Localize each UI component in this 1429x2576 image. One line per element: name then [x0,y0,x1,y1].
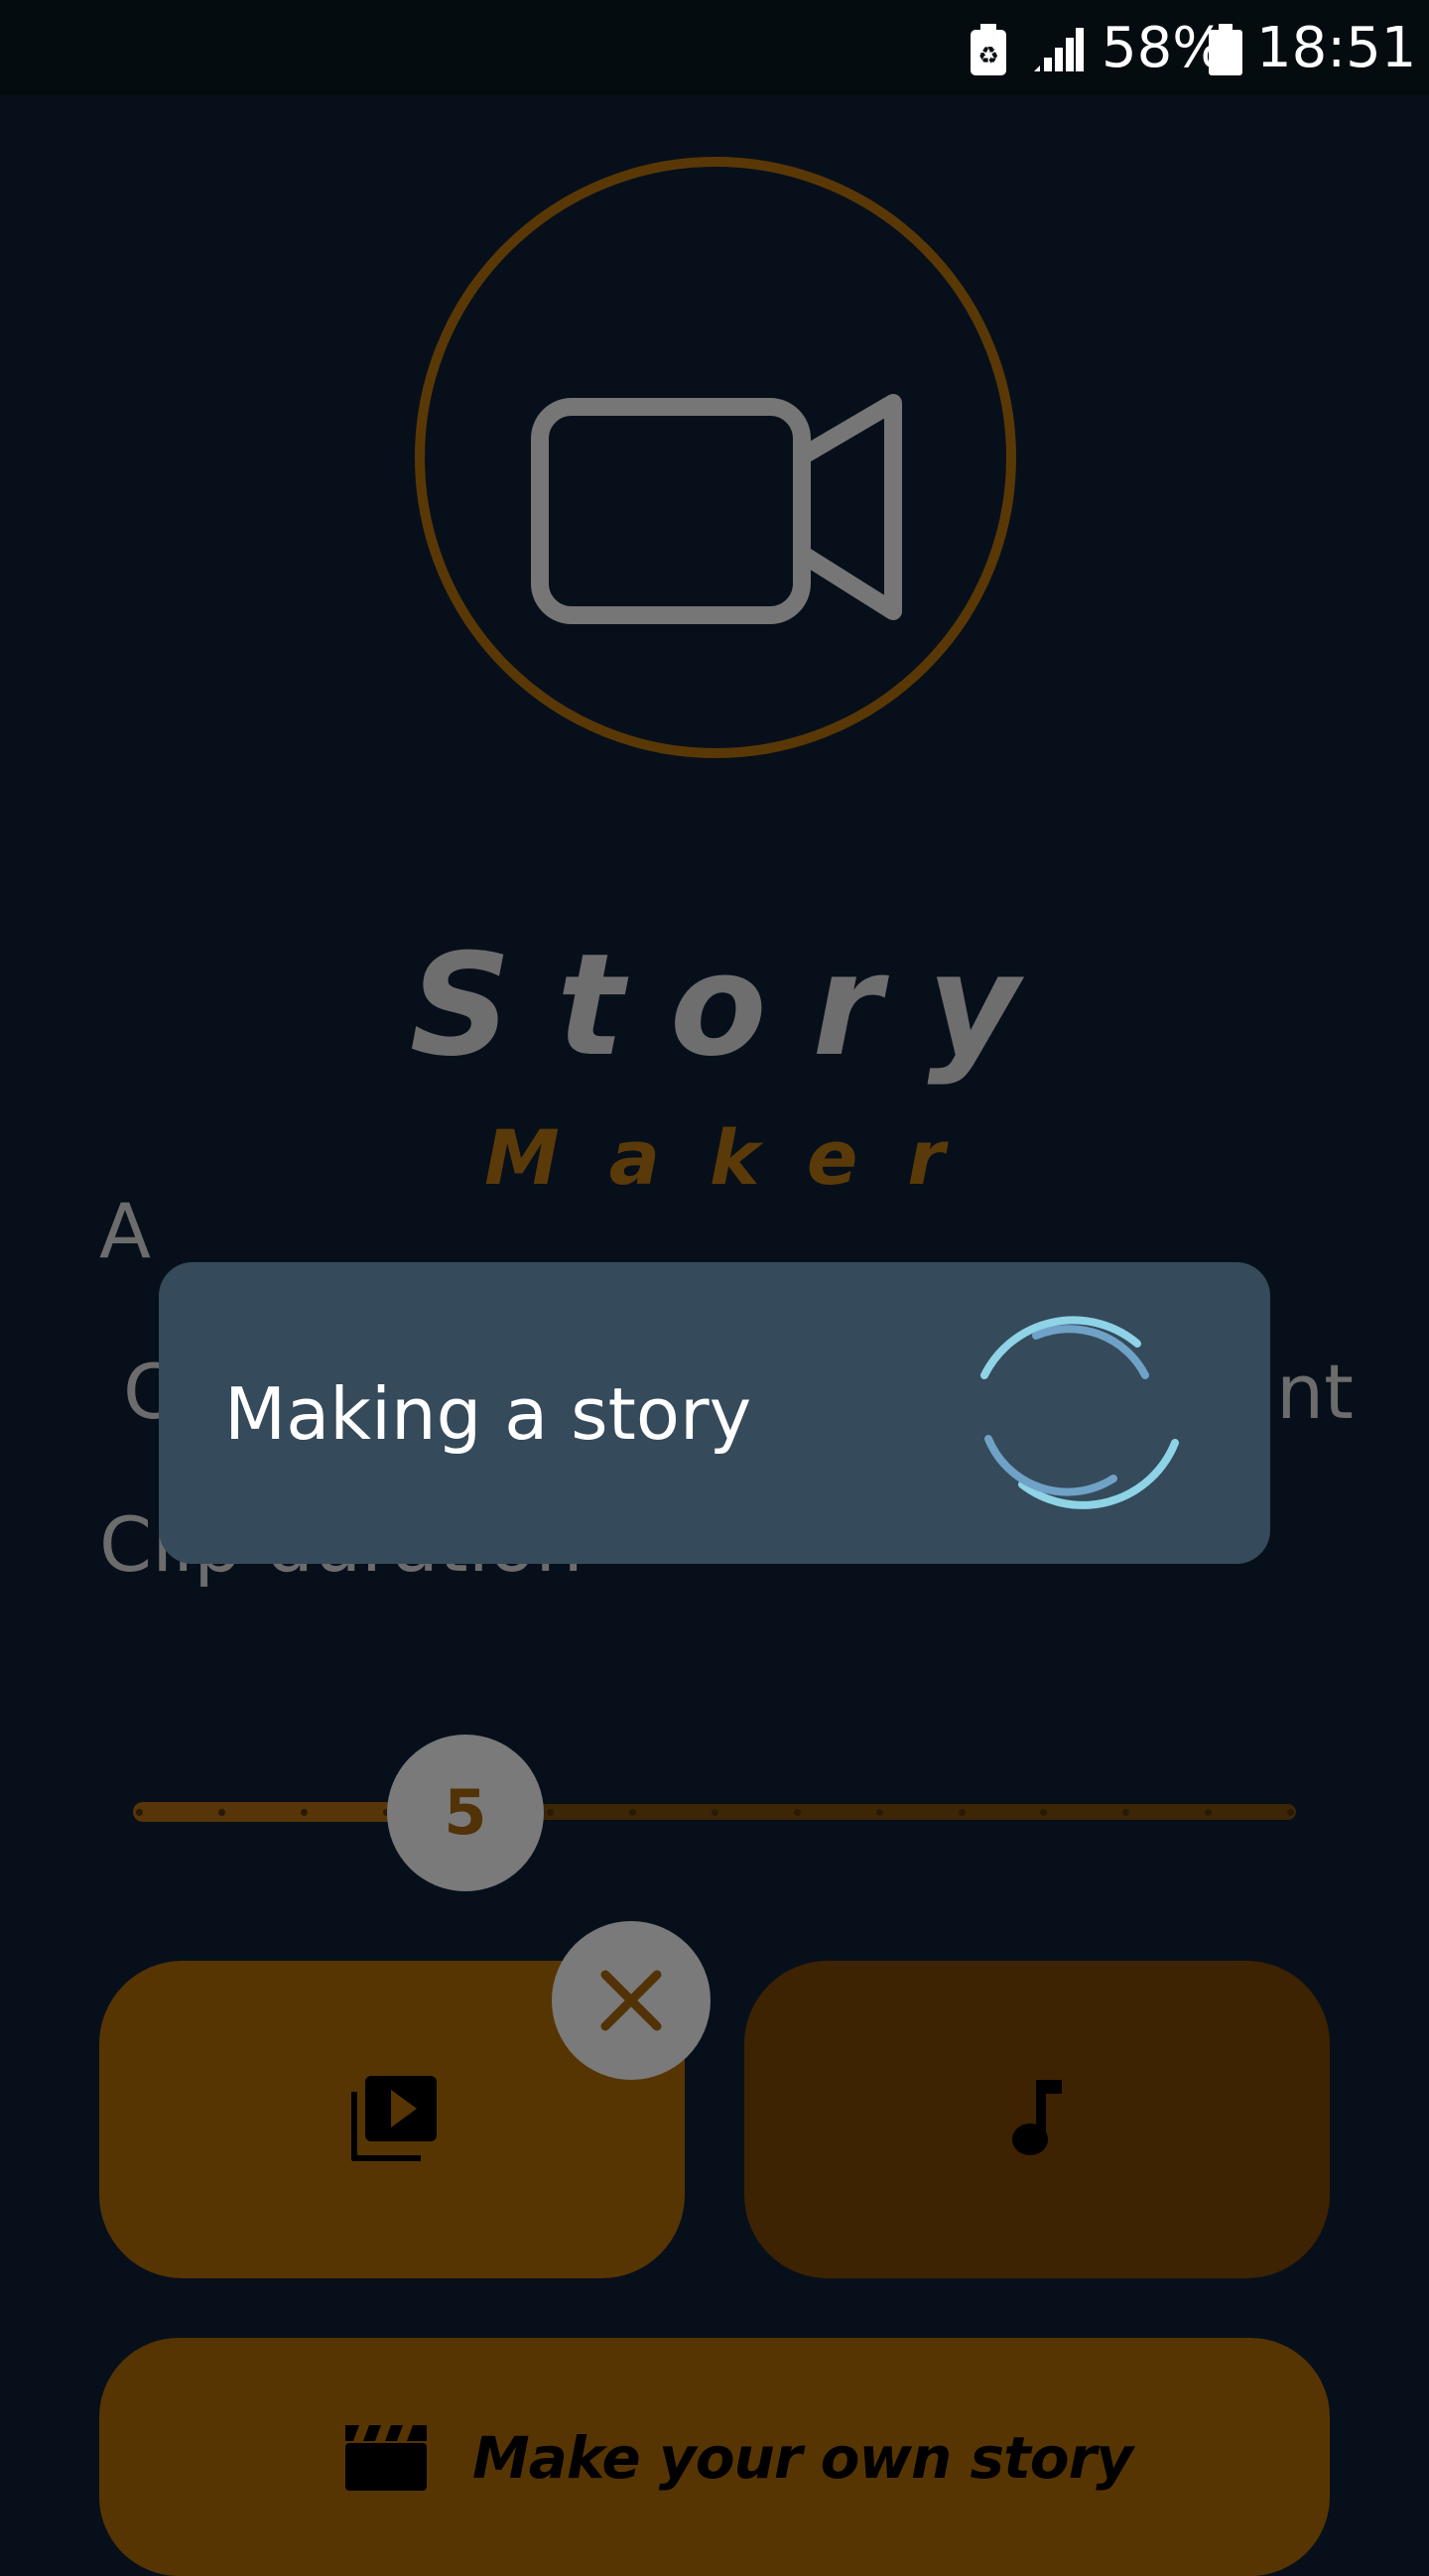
slider-tick [1287,1809,1294,1816]
clock: 18:51 [1256,16,1417,80]
battery-icon [1209,24,1242,75]
app-title-story: Story [409,924,1066,1088]
progress-dialog: Making a story [159,1262,1270,1564]
slider-tick [793,1809,801,1816]
slider-tick [875,1809,883,1816]
battery-saver-icon: ♻ [971,24,1006,75]
slider-tick [958,1809,966,1816]
clapperboard-icon [345,2425,427,2491]
video-camera-icon [415,157,1016,758]
progress-message: Making a story [224,1372,752,1456]
loading-spinner-icon [980,1316,1179,1509]
slider-tick [217,1809,225,1816]
slider-tick [136,1809,143,1816]
background-radio-label-right[interactable]: nt [1276,1348,1354,1437]
clear-selection-button[interactable] [552,1921,711,2080]
music-note-icon [1012,2080,1062,2155]
svg-text:♻: ♻ [977,42,999,69]
app-screen: Story Maker A C nt Clip duration 5 [0,95,1429,2576]
slider-thumb[interactable]: 5 [387,1735,544,1891]
close-icon [600,1970,662,2031]
battery-percent: 58% [1102,16,1226,80]
make-story-button[interactable]: Make your own story [99,2338,1330,2576]
background-label-top: A [99,1187,151,1275]
app-title-maker: Maker [484,1113,994,1202]
select-music-button[interactable] [744,1961,1330,2278]
signal-icon [1034,28,1084,71]
clip-duration-slider[interactable] [133,1800,1296,1824]
video-library-icon [351,2076,437,2161]
status-bar: ♻ 58% 18:51 [0,0,1429,95]
make-story-label: Make your own story [472,2424,1133,2492]
slider-tick [712,1809,718,1816]
slider-tick [300,1809,308,1816]
